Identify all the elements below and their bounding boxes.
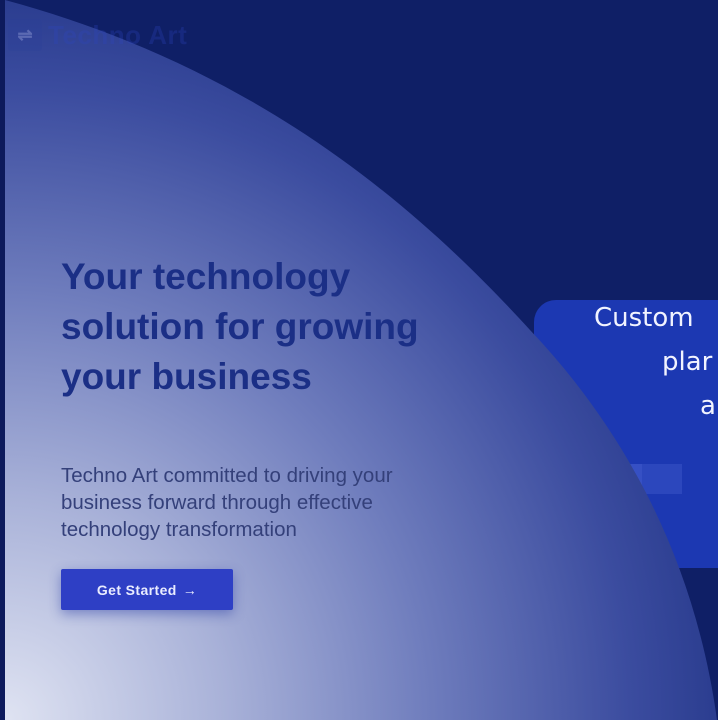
brand-name: Techno Art	[48, 19, 188, 50]
get-started-button[interactable]: Get Started →	[61, 569, 233, 610]
card-pixel-decoration	[642, 464, 682, 494]
hero-subtitle: Techno Art committed to driving your bus…	[61, 464, 393, 541]
left-edge-bar	[0, 0, 5, 720]
slide-caption-line: plar	[662, 347, 713, 377]
hero-section: ⇌ Techno Art Your technology solution fo…	[0, 0, 718, 720]
brand-logo[interactable]: ⇌ Techno Art	[8, 19, 187, 51]
slide-caption-line: Custom	[594, 303, 694, 333]
get-started-label: Get Started	[96, 581, 177, 598]
hero-title: Your technology solution for growing you…	[61, 256, 419, 397]
slide-caption-line: a	[700, 391, 716, 421]
arrow-right-icon: →	[182, 581, 198, 598]
techno-art-logo-icon: ⇌	[8, 19, 42, 51]
